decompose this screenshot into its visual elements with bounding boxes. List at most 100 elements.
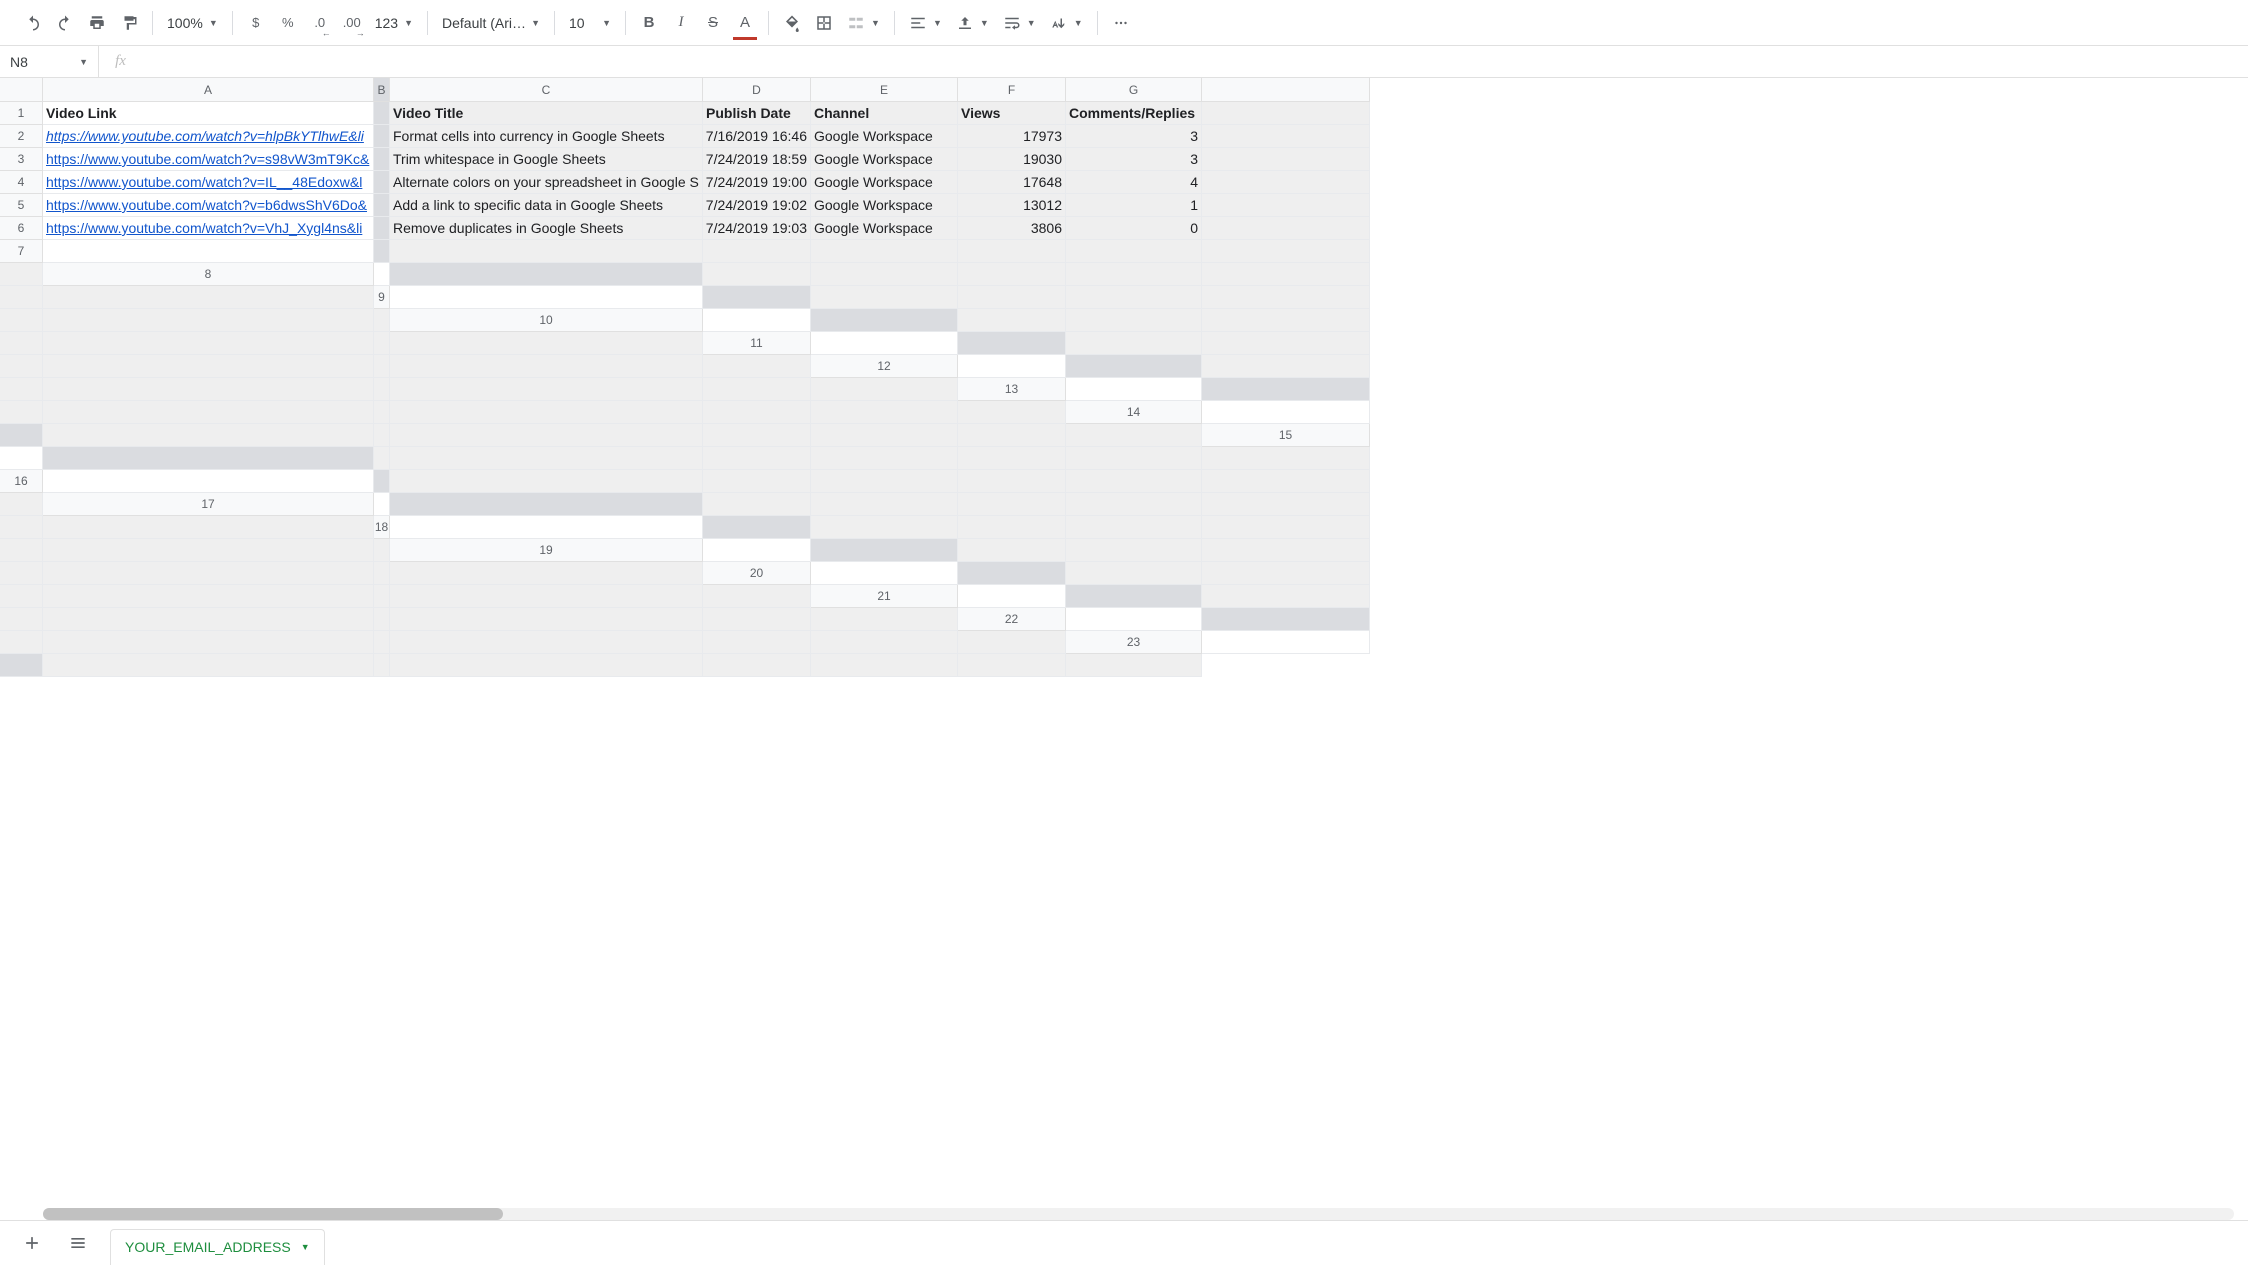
cell[interactable] [1202,355,1370,378]
cell[interactable]: Views [958,102,1066,125]
cell[interactable]: 7/16/2019 16:46 [703,125,811,148]
cell[interactable]: Google Workspace [811,125,958,148]
row-header[interactable]: 6 [0,217,43,240]
text-wrap-dropdown[interactable]: ▼ [997,8,1042,38]
cell[interactable] [703,401,811,424]
row-header[interactable]: 10 [390,309,703,332]
cell[interactable] [1066,608,1202,631]
row-header[interactable]: 9 [374,286,390,309]
row-header[interactable]: 14 [1066,401,1202,424]
cell[interactable] [811,470,958,493]
cell[interactable] [958,309,1066,332]
cell[interactable] [811,608,958,631]
cell[interactable] [958,332,1066,355]
row-header[interactable]: 8 [43,263,374,286]
column-header[interactable]: C [390,78,703,102]
cell[interactable]: 4 [1066,171,1202,194]
cell[interactable] [811,562,958,585]
cell[interactable] [43,447,374,470]
cell[interactable] [958,286,1066,309]
cell[interactable] [0,378,43,401]
add-sheet-button[interactable] [18,1229,46,1257]
cell[interactable]: Google Workspace [811,171,958,194]
cell[interactable]: 1 [1066,194,1202,217]
cell[interactable]: Remove duplicates in Google Sheets [390,217,703,240]
cell[interactable] [43,585,374,608]
cell[interactable] [811,631,958,654]
video-link[interactable]: https://www.youtube.com/watch?v=VhJ_Xygl… [46,220,362,236]
cell[interactable] [1202,332,1370,355]
cell[interactable] [374,171,390,194]
cell[interactable] [1202,493,1370,516]
cell[interactable] [1202,240,1370,263]
cell[interactable] [811,516,958,539]
cell[interactable] [374,654,390,677]
redo-button[interactable] [50,8,80,38]
cell[interactable] [0,401,43,424]
cell[interactable] [958,516,1066,539]
cell[interactable]: https://www.youtube.com/watch?v=s98vW3mT… [43,148,374,171]
cell[interactable] [1202,217,1370,240]
cell[interactable] [811,240,958,263]
cell[interactable] [374,424,390,447]
cell[interactable] [703,608,811,631]
cell[interactable] [958,562,1066,585]
cell[interactable] [811,654,958,677]
cell[interactable] [958,470,1066,493]
cell[interactable] [811,378,958,401]
cell[interactable] [390,332,703,355]
cell[interactable] [811,332,958,355]
cell[interactable] [958,447,1066,470]
cell[interactable] [390,493,703,516]
sheet-tab-active[interactable]: YOUR_EMAIL_ADDRESS▼ [110,1229,325,1265]
cell[interactable] [43,608,374,631]
cell[interactable] [390,447,703,470]
cell[interactable] [703,240,811,263]
cell[interactable] [1202,194,1370,217]
cell[interactable] [703,355,811,378]
cell[interactable]: https://www.youtube.com/watch?v=VhJ_Xygl… [43,217,374,240]
cell[interactable] [374,447,390,470]
cell[interactable] [1066,355,1202,378]
text-color-button[interactable]: A [730,8,760,38]
cell[interactable] [1066,516,1202,539]
vertical-align-dropdown[interactable]: ▼ [950,8,995,38]
cell[interactable] [1066,263,1202,286]
cell[interactable] [374,194,390,217]
row-header[interactable]: 1 [0,102,43,125]
cell[interactable]: Format cells into currency in Google She… [390,125,703,148]
cell[interactable] [811,539,958,562]
cell[interactable] [1066,493,1202,516]
cell[interactable] [1066,562,1202,585]
cell[interactable] [374,355,390,378]
cell[interactable] [811,424,958,447]
cell[interactable] [703,470,811,493]
cell[interactable] [374,240,390,263]
cell[interactable] [390,424,703,447]
cell[interactable] [0,539,43,562]
row-header[interactable]: 18 [374,516,390,539]
cell[interactable] [1202,401,1370,424]
video-link[interactable]: https://www.youtube.com/watch?v=hlpBkYTl… [46,128,364,144]
cell[interactable] [958,585,1066,608]
cell[interactable] [1202,516,1370,539]
currency-button[interactable]: $ [241,8,271,38]
italic-button[interactable]: I [666,8,696,38]
cell[interactable] [703,378,811,401]
cell[interactable] [390,585,703,608]
cell[interactable] [1202,102,1370,125]
cell[interactable] [1202,562,1370,585]
cell[interactable] [1202,378,1370,401]
cell[interactable] [958,263,1066,286]
cell[interactable] [43,470,374,493]
video-link[interactable]: https://www.youtube.com/watch?v=b6dwsShV… [46,197,367,213]
cell[interactable] [703,516,811,539]
cell[interactable]: Google Workspace [811,194,958,217]
row-header[interactable]: 21 [811,585,958,608]
cell[interactable] [0,355,43,378]
cell[interactable]: https://www.youtube.com/watch?v=IL__48Ed… [43,171,374,194]
cell[interactable] [374,585,390,608]
row-header[interactable]: 23 [1066,631,1202,654]
decrease-decimal-button[interactable]: .0← [305,8,335,38]
cell[interactable] [0,263,43,286]
